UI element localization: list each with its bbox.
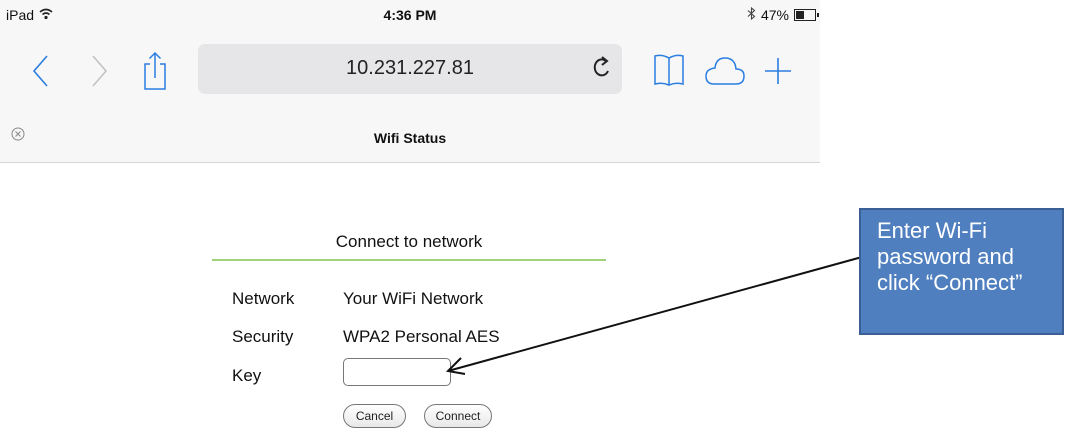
instruction-callout: Enter Wi-Fi password and click “Connect” — [859, 208, 1064, 335]
